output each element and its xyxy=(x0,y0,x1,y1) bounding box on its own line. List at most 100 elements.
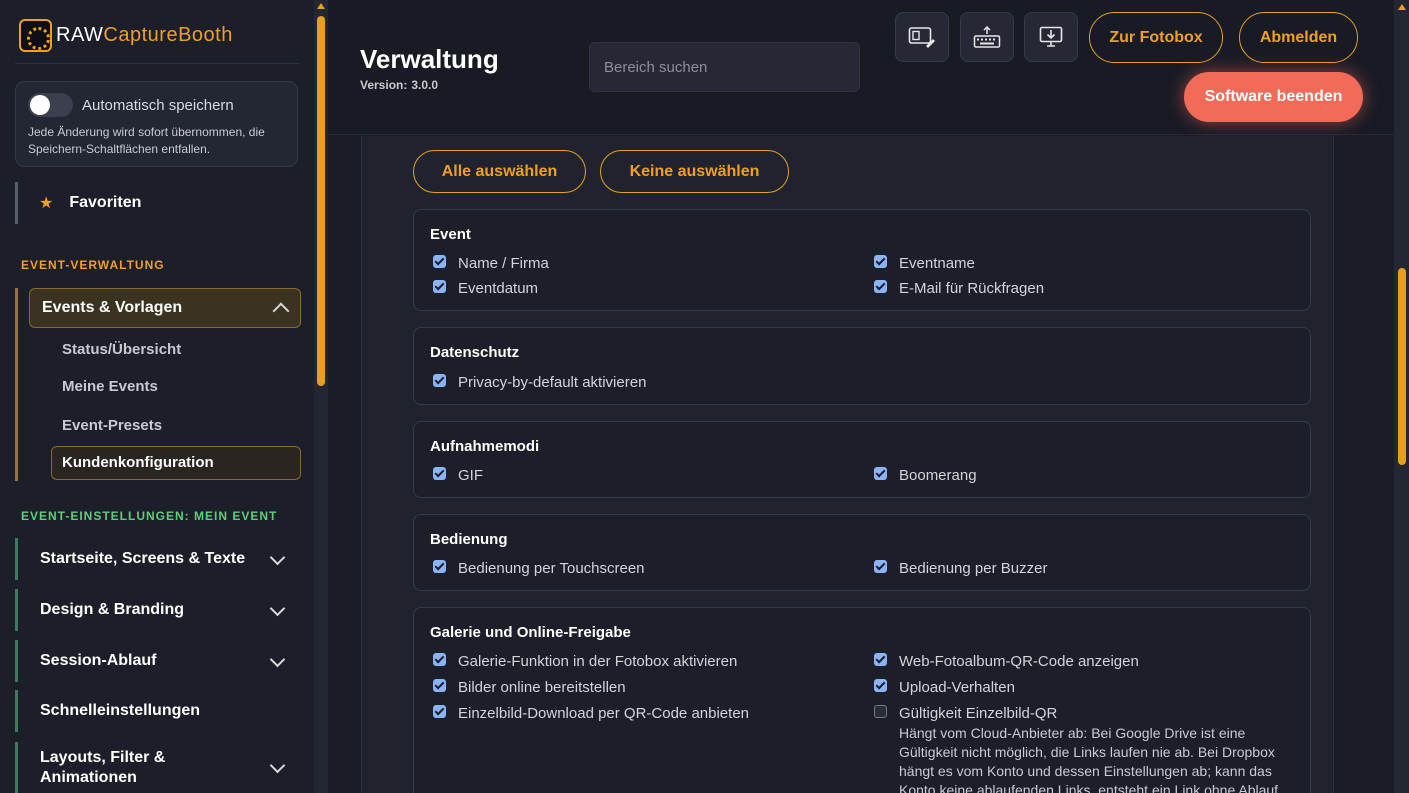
admin-app: RAWCaptureBooth Automatisch speichern Je… xyxy=(0,0,1409,793)
sidebar-item-status-overview[interactable]: Status/Übersicht xyxy=(62,341,181,358)
option-event-date[interactable]: Eventdatum xyxy=(433,279,538,298)
chevron-down-icon xyxy=(269,549,286,565)
option-single-image-qr[interactable]: Einzelbild-Download per QR-Code anbieten xyxy=(433,704,749,723)
sidebar-item-layouts-filters[interactable]: Layouts, Filter & Animationen xyxy=(15,742,298,793)
option-group-capture-modes: Aufnahmemodi GIF Boomerang xyxy=(413,421,1311,498)
sidebar-item-start-screens-texts[interactable]: Startseite, Screens & Texte xyxy=(15,538,298,580)
chevron-down-icon xyxy=(269,651,286,667)
star-icon: ★ xyxy=(39,195,54,212)
events-templates-toggle[interactable]: Events & Vorlagen xyxy=(29,288,301,328)
sidebar-item-quick-settings[interactable]: Schnelleinstellungen xyxy=(15,690,298,732)
sidebar-item-customer-config[interactable]: Kundenkonfiguration xyxy=(51,446,301,480)
nav-label: Design & Branding xyxy=(40,601,185,618)
option-group-controls: Bedienung Bedienung per Touchscreen Bedi… xyxy=(413,514,1311,591)
version-number: 3.0.0 xyxy=(411,78,439,92)
scrollbar-thumb[interactable] xyxy=(1398,268,1406,465)
to-photobox-button[interactable]: Zur Fotobox xyxy=(1089,12,1223,63)
sidebar: RAWCaptureBooth Automatisch speichern Je… xyxy=(0,0,314,793)
group-title: Event xyxy=(430,226,471,243)
checkbox[interactable] xyxy=(433,679,446,692)
group-title: Datenschutz xyxy=(430,344,520,361)
autosave-toggle[interactable] xyxy=(28,93,73,117)
autosave-label: Automatisch speichern xyxy=(82,97,234,114)
layout-edit-icon xyxy=(908,27,935,48)
section-label-event-settings: EVENT-EINSTELLUNGEN: MEIN EVENT xyxy=(21,509,278,523)
sidebar-item-design-branding[interactable]: Design & Branding xyxy=(15,589,298,631)
sidebar-item-session-flow[interactable]: Session-Ablauf xyxy=(15,640,298,682)
checkbox[interactable] xyxy=(874,679,887,692)
checkbox[interactable] xyxy=(433,374,446,387)
option-group-gallery-sharing: Galerie und Online-Freigabe Galerie-Funk… xyxy=(413,607,1311,793)
option-upload-behavior[interactable]: Upload-Verhalten xyxy=(874,678,1015,697)
option-gif[interactable]: GIF xyxy=(433,466,483,485)
checkbox[interactable] xyxy=(433,280,446,293)
logout-button[interactable]: Abmelden xyxy=(1239,12,1358,63)
logo[interactable]: RAWCaptureBooth xyxy=(19,19,233,52)
chevron-down-icon xyxy=(269,600,286,616)
events-group: Events & Vorlagen Status/Übersicht Meine… xyxy=(15,288,301,481)
checkbox[interactable] xyxy=(433,255,446,268)
option-single-qr-validity[interactable]: Gültigkeit Einzelbild-QR Hängt vom Cloud… xyxy=(874,704,1291,793)
option-buzzer[interactable]: Bedienung per Buzzer xyxy=(874,559,1047,578)
option-name-company[interactable]: Name / Firma xyxy=(433,254,549,273)
scroll-up-arrow-icon[interactable] xyxy=(317,3,325,9)
nav-label: Schnelleinstellungen xyxy=(40,702,201,719)
checkbox[interactable] xyxy=(874,560,887,573)
keyboard-button[interactable] xyxy=(960,12,1014,62)
option-description: Hängt vom Cloud-Anbieter ab: Bei Google … xyxy=(899,725,1282,793)
search-input[interactable] xyxy=(589,42,860,92)
group-title: Galerie und Online-Freigabe xyxy=(430,624,631,641)
toggle-knob xyxy=(30,95,50,115)
option-group-event: Event Name / Firma Eventname Eventdatum … xyxy=(413,209,1311,311)
option-group-privacy: Datenschutz Privacy-by-default aktiviere… xyxy=(413,327,1311,405)
option-gallery-function[interactable]: Galerie-Funktion in der Fotobox aktivier… xyxy=(433,652,737,671)
layout-edit-button[interactable] xyxy=(895,12,949,62)
option-boomerang[interactable]: Boomerang xyxy=(874,466,977,485)
checkbox[interactable] xyxy=(874,467,887,480)
page-title: Verwaltung xyxy=(360,44,499,74)
autosave-description: Jede Änderung wird sofort übernommen, di… xyxy=(28,125,265,156)
checkbox[interactable] xyxy=(433,560,446,573)
checkbox[interactable] xyxy=(874,705,887,718)
nav-label: Layouts, Filter & Animationen xyxy=(40,748,166,786)
chevron-up-icon xyxy=(272,302,290,320)
sidebar-item-favorites[interactable]: ★ Favoriten xyxy=(15,182,298,224)
option-images-online[interactable]: Bilder online bereitstellen xyxy=(433,678,626,697)
checkbox[interactable] xyxy=(433,653,446,666)
option-contact-email[interactable]: E-Mail für Rückfragen xyxy=(874,279,1044,298)
quit-software-button[interactable]: Software beenden xyxy=(1184,72,1363,122)
sidebar-item-my-events[interactable]: Meine Events xyxy=(62,378,158,395)
nav-label: Startseite, Screens & Texte xyxy=(40,550,246,567)
main-scrollbar[interactable] xyxy=(1394,0,1409,793)
checkbox[interactable] xyxy=(874,255,887,268)
checkbox[interactable] xyxy=(874,653,887,666)
checkbox[interactable] xyxy=(874,280,887,293)
favorites-label: Favoriten xyxy=(69,194,142,211)
select-all-button[interactable]: Alle auswählen xyxy=(413,150,586,193)
chevron-down-icon xyxy=(269,757,286,774)
version-label: Version: xyxy=(360,78,408,92)
option-privacy-by-default[interactable]: Privacy-by-default aktivieren xyxy=(433,373,646,392)
option-web-album-qr[interactable]: Web-Fotoalbum-QR-Code anzeigen xyxy=(874,652,1139,671)
option-touchscreen[interactable]: Bedienung per Touchscreen xyxy=(433,559,645,578)
option-event-name[interactable]: Eventname xyxy=(874,254,975,273)
section-label-event-management: EVENT-VERWALTUNG xyxy=(21,258,165,272)
logo-capturebooth-text: CaptureBooth xyxy=(103,24,233,46)
keyboard-icon xyxy=(973,26,1001,48)
checkbox[interactable] xyxy=(433,467,446,480)
scroll-up-arrow-icon[interactable] xyxy=(1398,4,1406,10)
sidebar-item-event-presets[interactable]: Event-Presets xyxy=(62,417,162,434)
group-title: Aufnahmemodi xyxy=(430,438,540,455)
sidebar-scrollbar[interactable] xyxy=(314,0,328,793)
scrollbar-thumb[interactable] xyxy=(317,16,325,386)
version-info: Version: 3.0.0 xyxy=(360,78,438,92)
main-content: Alle auswählen Keine auswählen Event Nam… xyxy=(328,136,1394,793)
sidebar-divider xyxy=(15,63,299,64)
header: Verwaltung Version: 3.0.0 Bereich suchen… xyxy=(328,0,1394,135)
checkbox[interactable] xyxy=(433,705,446,718)
option-label: Gültigkeit Einzelbild-QR xyxy=(899,705,1058,722)
nav-label: Session-Ablauf xyxy=(40,652,157,669)
events-templates-label: Events & Vorlagen xyxy=(42,299,183,316)
monitor-download-button[interactable] xyxy=(1024,12,1078,62)
select-none-button[interactable]: Keine auswählen xyxy=(600,150,789,193)
